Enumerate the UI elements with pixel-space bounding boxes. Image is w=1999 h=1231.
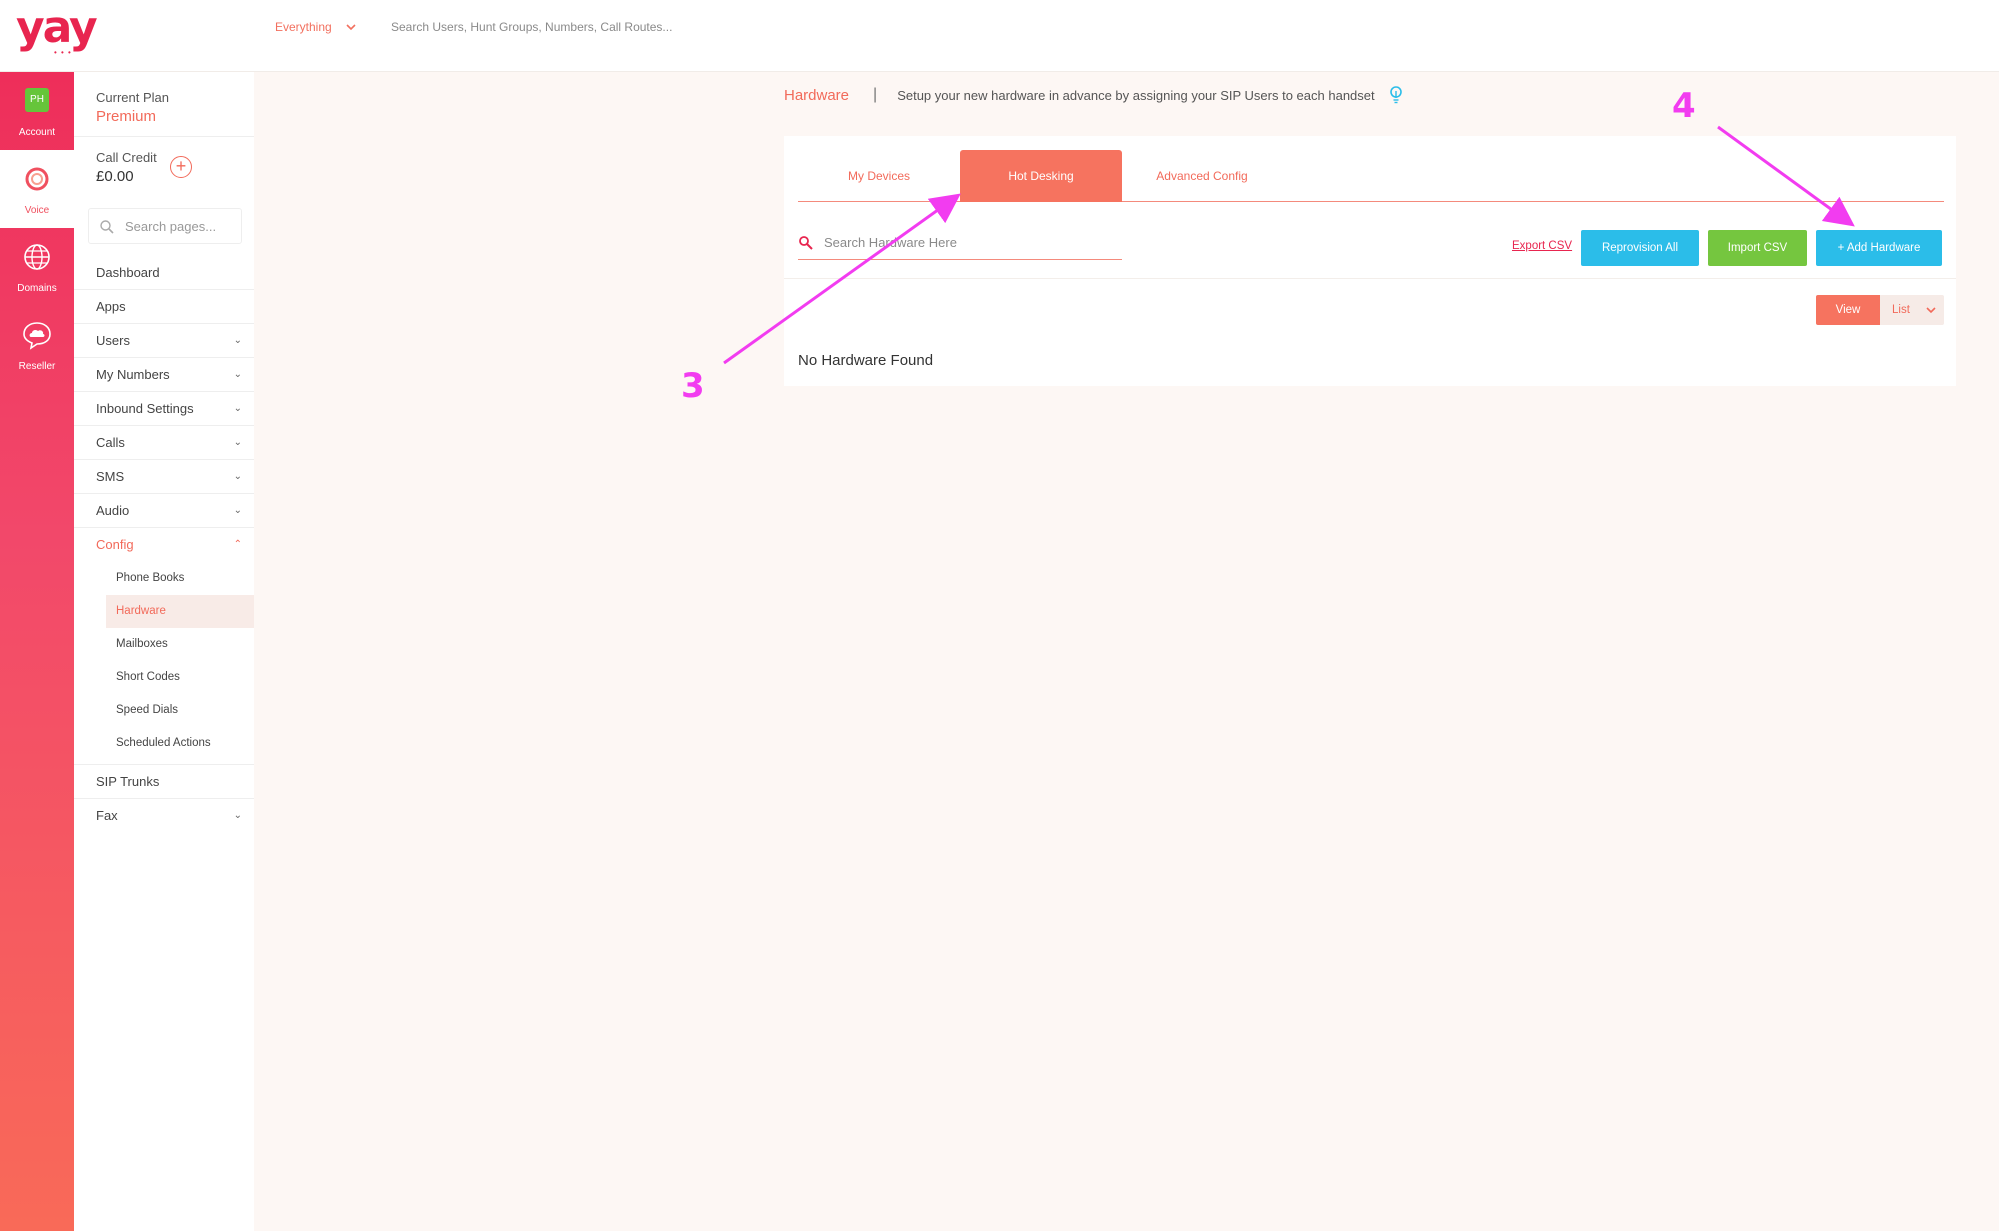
tab-hot-desking[interactable]: Hot Desking [960, 150, 1122, 202]
sidebar-item-audio[interactable]: Audio ⌄ [74, 494, 254, 528]
search-icon [799, 236, 813, 250]
rail-account[interactable]: PH Account [0, 72, 74, 150]
rail-reseller-label: Reseller [18, 361, 56, 372]
sidebar-item-apps[interactable]: Apps [74, 290, 254, 324]
sidebar-item-sip-trunks[interactable]: SIP Trunks [74, 765, 254, 799]
view-toggle[interactable]: View List [1816, 295, 1944, 325]
credit-value: £0.00 [96, 168, 134, 185]
sidebar-item-fax[interactable]: Fax ⌄ [74, 799, 254, 833]
page-header: Hardware | Setup your new hardware in ad… [784, 86, 1403, 104]
sidebar-item-inbound-settings[interactable]: Inbound Settings ⌄ [74, 392, 254, 426]
export-csv-link[interactable]: Export CSV [1512, 240, 1572, 252]
sidebar-item-label: SIP Trunks [96, 774, 160, 789]
empty-state-message: No Hardware Found [798, 352, 934, 369]
main-content: Hardware | Setup your new hardware in ad… [254, 72, 1999, 1231]
globe-icon [24, 244, 50, 270]
config-submenu: Phone Books Hardware Mailboxes Short Cod… [74, 562, 254, 765]
chevron-down-icon [346, 24, 356, 31]
tab-advanced-config[interactable]: Advanced Config [1122, 150, 1282, 202]
secondary-sidebar: Current Plan Premium Call Credit £0.00 +… [74, 72, 254, 1231]
sidebar-item-config[interactable]: Config ⌃ [74, 528, 254, 562]
sidebar-item-dashboard[interactable]: Dashboard [74, 256, 254, 290]
chevron-down-icon: ⌄ [233, 335, 242, 346]
rail-voice-label: Voice [24, 205, 50, 216]
yay-logo[interactable]: yay • • • [16, 2, 98, 57]
rail-account-label: Account [18, 127, 56, 138]
sidebar-item-label: Calls [96, 435, 125, 450]
sidebar-item-label: SMS [96, 469, 125, 484]
divider [784, 278, 1956, 279]
rail-voice[interactable]: Voice [0, 150, 74, 228]
sidebar-subitem-phone-books[interactable]: Phone Books [106, 562, 254, 595]
rail-domains-label: Domains [17, 283, 57, 294]
rail-reseller[interactable]: Reseller [0, 306, 74, 384]
logo-dots: • • • [54, 48, 72, 57]
hardware-search-input[interactable]: Search Hardware Here [798, 230, 1122, 260]
sidebar-subitem-short-codes[interactable]: Short Codes [106, 661, 254, 694]
sidebar-item-label: Inbound Settings [96, 401, 194, 416]
call-credit: Call Credit £0.00 [96, 150, 157, 185]
chevron-down-icon: ⌄ [233, 505, 242, 516]
chevron-down-icon: ⌄ [233, 810, 242, 821]
logo-text: yay [16, 2, 98, 53]
cloud-chat-icon [23, 322, 51, 350]
sidebar-item-label: Apps [96, 299, 126, 314]
sidebar-item-label: Audio [96, 503, 130, 518]
list-label: List [1892, 304, 1910, 316]
headset-icon [25, 167, 49, 191]
add-credit-button[interactable]: + [170, 156, 192, 178]
step-4-label: 4 [1672, 86, 1696, 126]
search-scope-dropdown[interactable]: Everything [275, 20, 356, 34]
sidebar-item-calls[interactable]: Calls ⌄ [74, 426, 254, 460]
reprovision-all-button[interactable]: Reprovision All [1581, 230, 1699, 266]
sidebar-subitem-hardware[interactable]: Hardware [106, 595, 254, 628]
sidebar-menu: Dashboard Apps Users ⌄ My Numbers ⌄ Inboun… [74, 256, 254, 833]
chevron-down-icon: ⌄ [233, 369, 242, 380]
sidebar-subitem-speed-dials[interactable]: Speed Dials [106, 694, 254, 727]
app-rail: PH Account Voice Domains Reseller [0, 72, 74, 1231]
hardware-search-placeholder: Search Hardware Here [824, 235, 957, 250]
global-search-input[interactable]: Search Users, Hunt Groups, Numbers, Call… [391, 20, 672, 34]
top-bar: yay • • • Everything Search Users, Hunt … [0, 0, 1999, 72]
step-3-label: 3 [681, 366, 705, 406]
current-plan: Current Plan Premium [96, 90, 169, 125]
rail-domains[interactable]: Domains [0, 228, 74, 306]
sidebar-item-sms[interactable]: SMS ⌄ [74, 460, 254, 494]
chevron-down-icon [1926, 307, 1936, 314]
hardware-tabs: My Devices Hot Desking Advanced Config [798, 150, 1944, 202]
sidebar-item-label: Users [96, 333, 130, 348]
import-csv-button[interactable]: Import CSV [1708, 230, 1807, 266]
sidebar-item-my-numbers[interactable]: My Numbers ⌄ [74, 358, 254, 392]
hardware-card: My Devices Hot Desking Advanced Config S… [784, 136, 1956, 386]
list-view-dropdown[interactable]: List [1880, 295, 1944, 325]
search-icon [100, 220, 114, 234]
divider [74, 136, 254, 137]
credit-label: Call Credit [96, 150, 157, 165]
tab-my-devices[interactable]: My Devices [798, 150, 960, 202]
sidebar-item-label: Fax [96, 808, 118, 823]
sidebar-item-label: Dashboard [96, 265, 160, 280]
chevron-down-icon: ⌄ [233, 471, 242, 482]
view-button[interactable]: View [1816, 295, 1880, 325]
page-description: Setup your new hardware in advance by as… [897, 87, 1375, 103]
page-title: Hardware [784, 86, 850, 104]
add-hardware-button[interactable]: + Add Hardware [1816, 230, 1942, 266]
page-search-placeholder: Search pages... [125, 219, 217, 234]
chevron-down-icon: ⌄ [233, 403, 242, 414]
sidebar-item-label: My Numbers [96, 367, 170, 382]
sidebar-subitem-mailboxes[interactable]: Mailboxes [106, 628, 254, 661]
sidebar-item-users[interactable]: Users ⌄ [74, 324, 254, 358]
lightbulb-icon[interactable] [1389, 86, 1403, 104]
scope-label: Everything [275, 20, 332, 34]
account-avatar: PH [25, 88, 49, 112]
plan-value: Premium [96, 108, 157, 125]
plan-label: Current Plan [96, 90, 169, 105]
page-search-input[interactable]: Search pages... [88, 208, 242, 244]
chevron-up-icon: ⌃ [233, 539, 242, 550]
app-root: yay • • • Everything Search Users, Hunt … [0, 0, 1999, 1231]
sidebar-item-label: Config [96, 537, 134, 552]
chevron-down-icon: ⌄ [233, 437, 242, 448]
sidebar-subitem-scheduled-actions[interactable]: Scheduled Actions [106, 727, 254, 760]
header-separator: | [873, 86, 878, 103]
